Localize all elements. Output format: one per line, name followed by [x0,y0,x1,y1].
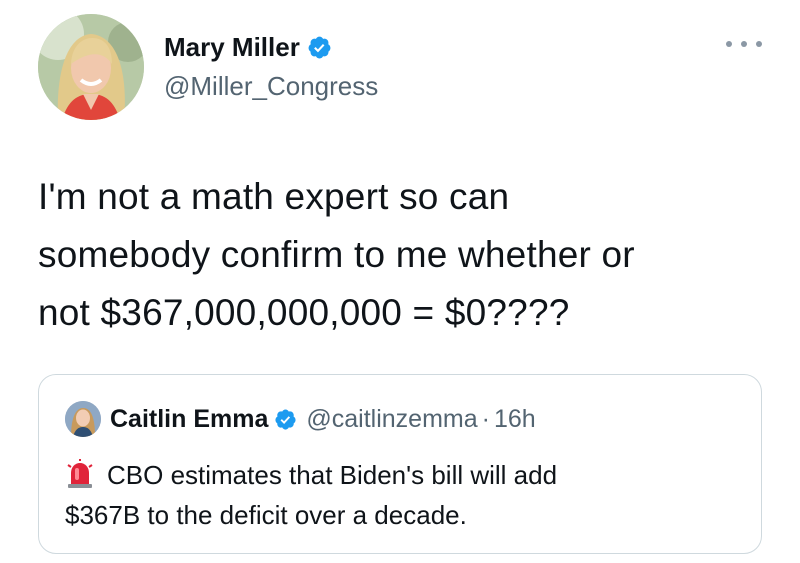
quoted-tweet-card[interactable]: Caitlin Emma @caitlinzemma · 16h CBO est… [38,374,762,554]
quoted-tweet-line-text: CBO estimates that Biden's bill will add [107,460,558,490]
tweet-line: somebody confirm to me whether or [38,234,635,275]
quoted-tweet-header: Caitlin Emma @caitlinzemma · 16h [65,401,536,437]
tweet-text: I'm not a math expert so can somebody co… [38,168,758,342]
quoted-separator: · [481,404,490,433]
author-display-name[interactable]: Mary Miller [164,32,300,62]
quoted-tweet-line: CBO estimates that Biden's bill will add [65,455,745,495]
quoted-author-name: Caitlin Emma [110,404,269,433]
quoted-author-handle: @caitlinzemma [306,404,478,433]
quoted-timestamp: 16h [493,404,536,433]
police-siren-icon [67,459,93,488]
author-name-row: Mary Miller [164,32,332,62]
tweet-line: I'm not a math expert so can [38,176,510,217]
tweet-line: not $367,000,000,000 = $0???? [38,292,570,333]
quoted-author-avatar [65,401,101,437]
quoted-tweet-text: CBO estimates that Biden's bill will add… [65,455,745,535]
author-handle[interactable]: @Miller_Congress [164,71,378,101]
quoted-tweet-line: $367B to the deficit over a decade. [65,500,467,530]
quoted-verified-badge-icon [275,408,296,430]
more-horizontal-icon[interactable] [726,34,762,54]
author-avatar[interactable] [38,14,144,120]
verified-badge-icon [308,36,331,58]
